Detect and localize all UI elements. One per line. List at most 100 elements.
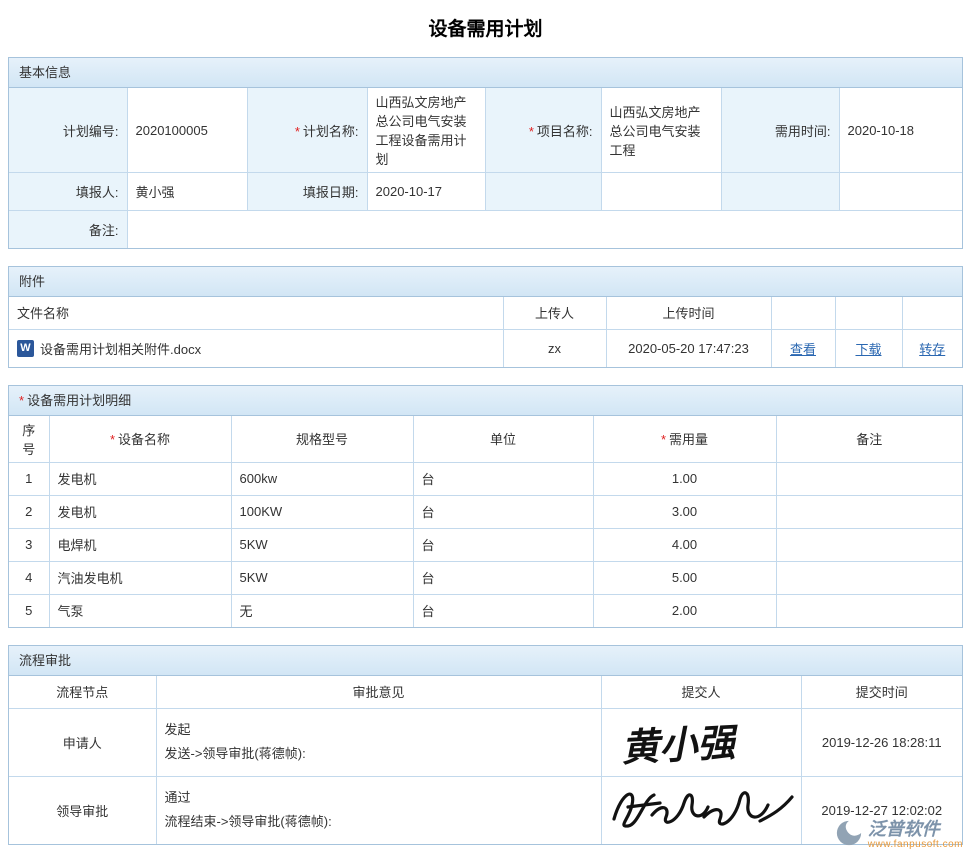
download-link[interactable]: 下载 <box>855 342 881 357</box>
view-link[interactable]: 查看 <box>790 342 816 357</box>
remark-value <box>127 211 962 248</box>
remark-cell <box>776 495 962 528</box>
table-row: 5 气泵 无 台 2.00 <box>9 594 962 627</box>
seq-cell: 5 <box>9 594 49 627</box>
attachment-file-name: 设备需用计划相关附件.docx <box>40 339 201 358</box>
transfer-save-link[interactable]: 转存 <box>919 342 945 357</box>
seq-cell: 4 <box>9 561 49 594</box>
col-action-1 <box>771 297 835 330</box>
spec-cell: 100KW <box>231 495 413 528</box>
equipment-name-cell: 发电机 <box>49 462 231 495</box>
col-upload-time: 上传时间 <box>606 297 771 330</box>
equipment-name-cell: 电焊机 <box>49 528 231 561</box>
unit-cell: 台 <box>413 594 593 627</box>
flow-node: 领导审批 <box>9 776 156 844</box>
need-time-label: 需用时间: <box>721 88 839 173</box>
basic-info-table: 计划编号: 2020100005 *计划名称: 山西弘文房地产总公司电气安装工程… <box>9 88 962 248</box>
empty-cell <box>721 173 839 211</box>
seq-cell: 1 <box>9 462 49 495</box>
table-row: 1 发电机 600kw 台 1.00 <box>9 462 962 495</box>
col-spec-model: 规格型号 <box>231 416 413 463</box>
qty-cell: 3.00 <box>593 495 776 528</box>
plan-no-value: 2020100005 <box>127 88 247 173</box>
equipment-name-cell: 气泵 <box>49 594 231 627</box>
page-title: 设备需用计划 <box>8 6 963 57</box>
need-time-value: 2020-10-18 <box>839 88 962 173</box>
spec-cell: 5KW <box>231 561 413 594</box>
basic-info-section: 基本信息 计划编号: 2020100005 *计划名称: 山西弘文房地产总公司电… <box>8 57 963 249</box>
col-equipment-name: *设备名称 <box>49 416 231 463</box>
signature-scribble <box>604 781 800 839</box>
table-row: 4 汽油发电机 5KW 台 5.00 <box>9 561 962 594</box>
brand-name: 泛普软件 <box>868 820 963 839</box>
project-name-label: *项目名称: <box>485 88 601 173</box>
table-row: 2 发电机 100KW 台 3.00 <box>9 495 962 528</box>
attachments-table: 文件名称 上传人 上传时间 W 设备需用计划相关附件.docx zx 2020-… <box>9 297 962 367</box>
basic-info-header: 基本信息 <box>9 58 962 88</box>
plan-name-value: 山西弘文房地产总公司电气安装工程设备需用计划 <box>367 88 485 173</box>
detail-section: *设备需用计划明细 序号 *设备名称 规格型号 单位 *需用量 备注 1 发电机… <box>8 385 963 629</box>
col-unit: 单位 <box>413 416 593 463</box>
remark-cell <box>776 561 962 594</box>
remark-cell <box>776 528 962 561</box>
col-action-3 <box>902 297 962 330</box>
submitter-signature <box>601 776 801 844</box>
attachment-row: W 设备需用计划相关附件.docx zx 2020-05-20 17:47:23… <box>9 330 962 367</box>
col-remark: 备注 <box>776 416 962 463</box>
remark-cell <box>776 462 962 495</box>
table-row: 3 电焊机 5KW 台 4.00 <box>9 528 962 561</box>
qty-cell: 5.00 <box>593 561 776 594</box>
approval-row: 申请人 发起 发送->领导审批(蒋德帧): 黄小强 2019-12-26 18:… <box>9 708 962 776</box>
col-uploader: 上传人 <box>503 297 606 330</box>
col-flow-node: 流程节点 <box>9 676 156 708</box>
col-approval-opinion: 审批意见 <box>156 676 601 708</box>
watermark: 泛普软件 www.fanpusoft.com <box>835 819 963 850</box>
qty-cell: 1.00 <box>593 462 776 495</box>
approval-table: 流程节点 审批意见 提交人 提交时间 申请人 发起 发送->领导审批(蒋德帧):… <box>9 676 962 844</box>
spec-cell: 5KW <box>231 528 413 561</box>
submit-time: 2019-12-26 18:28:11 <box>801 708 962 776</box>
fanpu-logo-icon <box>835 819 863 850</box>
col-submit-time: 提交时间 <box>801 676 962 708</box>
qty-cell: 2.00 <box>593 594 776 627</box>
filler-label: 填报人: <box>9 173 127 211</box>
attachments-header: 附件 <box>9 267 962 297</box>
unit-cell: 台 <box>413 528 593 561</box>
empty-cell <box>485 173 601 211</box>
unit-cell: 台 <box>413 561 593 594</box>
plan-name-label: *计划名称: <box>247 88 367 173</box>
col-file-name: 文件名称 <box>9 297 503 330</box>
remark-label: 备注: <box>9 211 127 248</box>
page: 设备需用计划 基本信息 计划编号: 2020100005 *计划名称: 山西弘文… <box>0 0 971 854</box>
equipment-name-cell: 汽油发电机 <box>49 561 231 594</box>
filler-value: 黄小强 <box>127 173 247 211</box>
col-seq: 序号 <box>9 416 49 463</box>
required-marker: * <box>19 393 24 408</box>
attachment-uploader: zx <box>503 330 606 367</box>
col-action-2 <box>835 297 902 330</box>
empty-cell <box>601 173 721 211</box>
brand-url: www.fanpusoft.com <box>868 839 963 850</box>
col-submitter: 提交人 <box>601 676 801 708</box>
approval-section: 流程审批 流程节点 审批意见 提交人 提交时间 申请人 发起 发送->领导审批(… <box>8 645 963 845</box>
flow-node: 申请人 <box>9 708 156 776</box>
fill-date-value: 2020-10-17 <box>367 173 485 211</box>
approval-header: 流程审批 <box>9 646 962 676</box>
qty-cell: 4.00 <box>593 528 776 561</box>
signature-image: 黄小强 <box>611 715 791 769</box>
detail-header: *设备需用计划明细 <box>9 386 962 416</box>
unit-cell: 台 <box>413 495 593 528</box>
spec-cell: 无 <box>231 594 413 627</box>
approval-opinion: 发起 发送->领导审批(蒋德帧): <box>156 708 601 776</box>
plan-no-label: 计划编号: <box>9 88 127 173</box>
attachment-upload-time: 2020-05-20 17:47:23 <box>606 330 771 367</box>
svg-text:黄小强: 黄小强 <box>620 722 740 769</box>
word-file-icon: W <box>17 340 34 357</box>
project-name-value: 山西弘文房地产总公司电气安装工程 <box>601 88 721 173</box>
required-marker: * <box>295 124 300 139</box>
required-marker: * <box>661 432 666 447</box>
required-marker: * <box>529 124 534 139</box>
col-required-qty: *需用量 <box>593 416 776 463</box>
attachments-section: 附件 文件名称 上传人 上传时间 W 设备需用计划相关附件.docx <box>8 266 963 368</box>
approval-row: 领导审批 通过 流程结束->领导审批(蒋德帧): <box>9 776 962 844</box>
